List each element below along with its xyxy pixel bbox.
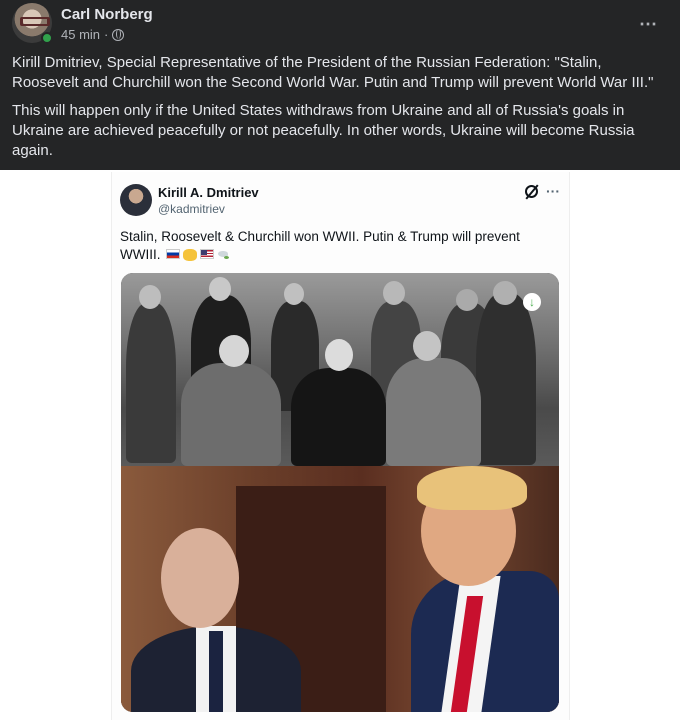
tweet-handle: @kadmitriev xyxy=(158,202,225,216)
russia-flag-icon xyxy=(166,249,181,260)
putin-trump-photo xyxy=(121,466,559,712)
tweet-emojis xyxy=(166,249,230,262)
download-icon: ↓ xyxy=(523,293,541,311)
post-time[interactable]: 45 min xyxy=(61,27,100,42)
tweet-avatar xyxy=(120,184,152,216)
meta-separator: · xyxy=(104,27,109,42)
globe-icon[interactable] xyxy=(112,28,125,41)
grok-icon xyxy=(525,185,538,198)
tweet-author-name: Kirill A. Dmitriev xyxy=(158,185,259,200)
author-name[interactable]: Carl Norberg xyxy=(61,6,153,23)
post-paragraph: This will happen only if the United Stat… xyxy=(12,102,635,159)
handshake-icon xyxy=(183,249,198,262)
post-paragraph: Kirill Dmitriev, Special Representative … xyxy=(12,54,654,91)
online-status-dot xyxy=(41,32,53,44)
post-header: Carl Norberg 45 min · ⋯ xyxy=(0,0,680,46)
tweet-photo: ↓ xyxy=(121,273,559,712)
post-meta: 45 min · xyxy=(61,27,125,42)
usa-flag-icon xyxy=(200,249,215,260)
tweet-more-icon: ··· xyxy=(546,183,560,199)
tweet-text: Stalin, Roosevelt & Churchill won WWII. … xyxy=(120,228,540,264)
dove-icon xyxy=(217,249,230,261)
yalta-photo: ↓ xyxy=(121,273,559,466)
more-options-icon[interactable]: ⋯ xyxy=(639,14,658,35)
post-text: Kirill Dmitriev, Special Representative … xyxy=(12,53,668,161)
